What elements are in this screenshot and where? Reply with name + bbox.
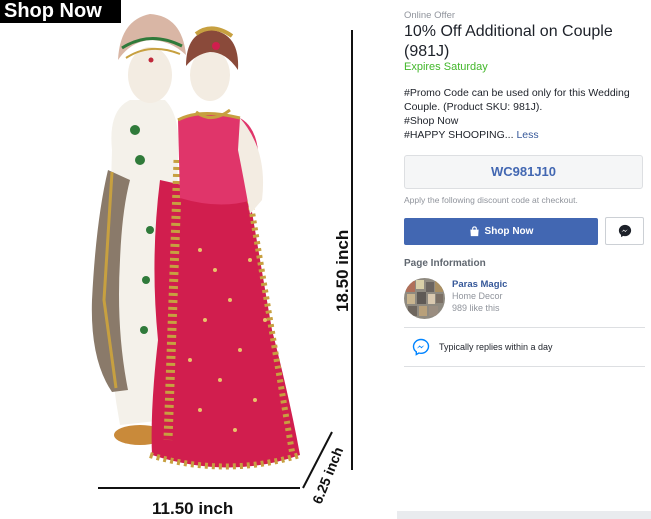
shop-now-banner[interactable]: Shop Now [0, 0, 121, 23]
page-name-link[interactable]: Paras Magic [452, 279, 507, 290]
offer-description-promo: #Promo Code can be used only for this We… [404, 87, 630, 113]
offer-description-shop: #Shop Now [404, 115, 459, 127]
less-link[interactable]: Less [516, 129, 538, 141]
page-information-heading: Page Information [404, 258, 486, 269]
offer-description-happy-text: #HAPPY SHOOPING... [404, 129, 514, 141]
offer-title: 10% Off Additional on Couple (981J) [404, 23, 613, 60]
width-dimension: 11.50 inch [152, 499, 233, 518]
shop-now-button-label: Shop Now [484, 226, 534, 237]
divider [404, 327, 645, 328]
offer-label: Online Offer [404, 10, 456, 21]
messenger-icon [412, 338, 430, 356]
promo-code-box[interactable]: WC981J10 [404, 155, 643, 189]
bottom-scroll-strip [397, 511, 651, 519]
messenger-icon [618, 224, 631, 238]
shopping-bag-icon [469, 226, 479, 237]
page-category: Home Decor [452, 291, 503, 301]
page-avatar[interactable] [404, 278, 445, 319]
offer-description: #Promo Code can be used only for this We… [404, 86, 640, 142]
height-dimension: 18.50 inch [333, 230, 352, 312]
product-image[interactable]: 18.50 inch 11.50 inch 6.25 inch Shop Now [0, 0, 392, 519]
wedding-couple-figurine: 18.50 inch 11.50 inch 6.25 inch [91, 14, 353, 518]
response-time-text: Typically replies within a day [439, 342, 553, 352]
page-avatar-image [404, 278, 445, 319]
offer-description-happy: #HAPPY SHOOPING... Less [404, 128, 640, 142]
depth-dimension: 6.25 inch [309, 445, 346, 507]
page-likes-count: 989 like this [452, 303, 500, 313]
offer-expiry: Expires Saturday [404, 61, 488, 73]
promo-code-hint: Apply the following discount code at che… [404, 195, 578, 205]
messenger-button[interactable] [605, 217, 644, 245]
offer-panel: Online Offer 10% Off Additional on Coupl… [404, 0, 645, 519]
divider [404, 366, 645, 367]
shop-now-button[interactable]: Shop Now [404, 218, 598, 245]
response-time-row: Typically replies within a day [412, 338, 553, 356]
